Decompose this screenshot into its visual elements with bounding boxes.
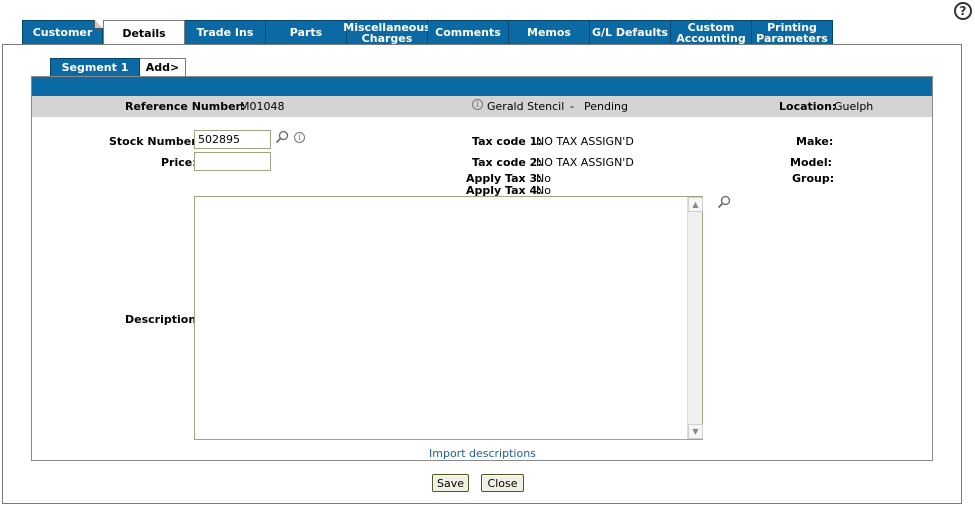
info-header-bar: Reference Number: M01048 i Gerald Stenci… [32, 96, 932, 117]
status-text: Pending [584, 100, 628, 113]
help-icon[interactable]: ? [954, 2, 972, 20]
tab-label: Details [122, 27, 166, 40]
tab-gl-defaults[interactable]: G/L Defaults [590, 20, 671, 45]
main-tab-bar: Customer Details Trade Ins Parts Miscell… [22, 20, 833, 46]
tab-comments[interactable]: Comments [428, 20, 509, 45]
location-value: Guelph [834, 100, 874, 113]
tab-fold-corner [94, 20, 103, 29]
segment-panel: Reference Number: M01048 i Gerald Stenci… [31, 76, 933, 461]
stock-info-icon[interactable]: i [294, 132, 305, 143]
import-descriptions-link[interactable]: Import descriptions [429, 447, 536, 460]
tax-code-2-label: Tax code 2: [472, 156, 542, 169]
make-label: Make: [796, 135, 834, 148]
scroll-down-icon[interactable]: ▼ [688, 424, 703, 439]
tab-custom-accounting[interactable]: Custom Accounting [671, 20, 752, 45]
tab-label: Customer [32, 26, 93, 39]
tab-memos[interactable]: Memos [509, 20, 590, 45]
description-label: Description: [125, 313, 201, 326]
tab-segment-1[interactable]: Segment 1 [50, 58, 140, 77]
reference-number-value: M01048 [240, 100, 285, 113]
tab-label: Memos [527, 26, 571, 39]
customer-name: Gerald Stencil [487, 100, 565, 113]
tab-label: Parts [289, 26, 323, 39]
price-input[interactable] [194, 152, 271, 171]
description-scrollbar[interactable]: ▲ ▼ [687, 197, 703, 439]
reference-number-label: Reference Number: [125, 100, 246, 113]
tax-code-1-label: Tax code 1: [472, 135, 542, 148]
status-separator: - [570, 100, 574, 113]
stock-number-input[interactable] [194, 130, 271, 149]
location-label: Location: [779, 100, 837, 113]
tab-printing-parameters[interactable]: Printing Parameters [752, 20, 833, 45]
tab-label: Custom Accounting [676, 20, 746, 45]
tab-label: Trade Ins [196, 26, 254, 39]
stock-lookup-magnifier-icon[interactable] [275, 130, 289, 144]
tax-code-2-value: NO TAX ASSIGN'D [536, 156, 634, 169]
info-icon[interactable]: i [472, 99, 483, 110]
tab-details[interactable]: Details [103, 20, 185, 46]
tab-label: Printing Parameters [756, 20, 828, 45]
close-button[interactable]: Close [481, 474, 524, 492]
stock-number-label: Stock Number: [109, 135, 202, 148]
price-label: Price: [161, 156, 197, 169]
add-segment-tab[interactable]: Add> [140, 58, 186, 77]
tab-label: G/L Defaults [591, 26, 669, 39]
description-lookup-magnifier-icon[interactable] [717, 195, 731, 209]
scroll-up-icon[interactable]: ▲ [688, 197, 703, 212]
group-label: Group: [792, 172, 835, 185]
tax-code-1-value: NO TAX ASSIGN'D [536, 135, 634, 148]
tab-miscellaneous-charges[interactable]: Miscellaneous Charges [343, 20, 431, 45]
save-button[interactable]: Save [432, 474, 469, 492]
description-textarea[interactable]: ▲ ▼ [194, 196, 703, 440]
segment-tab-bar: Segment 1 Add> [50, 58, 186, 77]
segment-title-bar [32, 77, 932, 96]
tab-label: Miscellaneous Charges [343, 20, 431, 45]
tab-label: Comments [435, 26, 501, 39]
tab-parts[interactable]: Parts [266, 20, 347, 45]
tab-customer[interactable]: Customer [22, 20, 103, 45]
model-label: Model: [790, 156, 833, 169]
tab-trade-ins[interactable]: Trade Ins [185, 20, 266, 45]
